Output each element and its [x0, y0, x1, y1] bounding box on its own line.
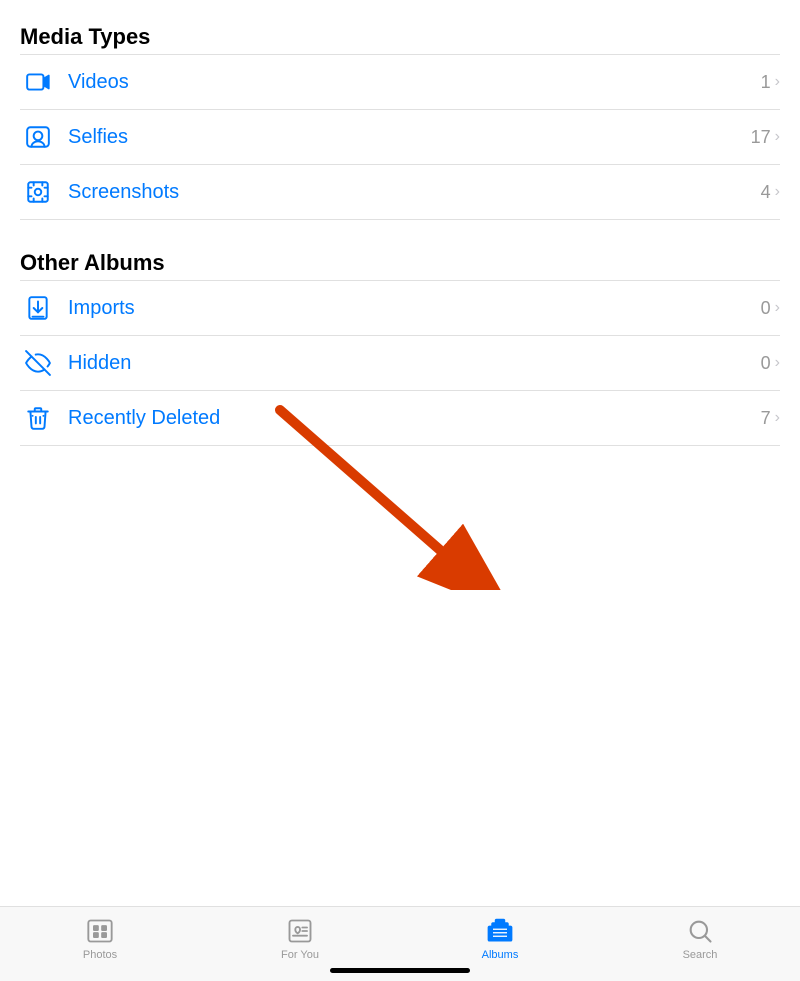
- recently-deleted-label: Recently Deleted: [68, 407, 761, 430]
- divider: [20, 445, 780, 446]
- main-content: Media Types Videos 1 ›: [0, 0, 800, 446]
- imports-label: Imports: [68, 297, 761, 320]
- other-albums-section: Other Albums Imports 0 ›: [20, 250, 780, 446]
- imports-chevron: ›: [775, 299, 780, 317]
- tab-item-search[interactable]: Search: [600, 917, 800, 961]
- photos-tab-label: Photos: [83, 949, 117, 961]
- section-gap: [20, 220, 780, 250]
- hidden-icon: [20, 350, 56, 376]
- recently-deleted-chevron: ›: [775, 409, 780, 427]
- import-icon: [20, 295, 56, 321]
- trash-icon: [20, 405, 56, 431]
- tab-item-for-you[interactable]: For You: [200, 917, 400, 961]
- selfies-label: Selfies: [68, 126, 751, 149]
- tab-item-photos[interactable]: Photos: [0, 917, 200, 961]
- screenshots-right: 4 ›: [761, 182, 780, 203]
- videos-right: 1 ›: [761, 72, 780, 93]
- videos-label: Videos: [68, 71, 761, 94]
- selfies-count: 17: [751, 127, 771, 148]
- imports-right: 0 ›: [761, 298, 780, 319]
- list-item-hidden[interactable]: Hidden 0 ›: [20, 336, 780, 390]
- media-types-title: Media Types: [20, 24, 780, 50]
- imports-count: 0: [761, 298, 771, 319]
- for-you-tab-label: For You: [281, 949, 319, 961]
- hidden-chevron: ›: [775, 354, 780, 372]
- hidden-count: 0: [761, 353, 771, 374]
- media-types-section: Media Types Videos 1 ›: [20, 24, 780, 220]
- selfies-right: 17 ›: [751, 127, 780, 148]
- home-indicator: [330, 968, 470, 973]
- photos-tab-icon: [86, 917, 114, 945]
- albums-tab-icon: [486, 917, 514, 945]
- screenshots-label: Screenshots: [68, 181, 761, 204]
- hidden-label: Hidden: [68, 352, 761, 375]
- video-icon: [20, 69, 56, 95]
- screenshots-count: 4: [761, 182, 771, 203]
- list-item-selfies[interactable]: Selfies 17 ›: [20, 110, 780, 164]
- for-you-tab-icon: [286, 917, 314, 945]
- recently-deleted-count: 7: [761, 408, 771, 429]
- hidden-right: 0 ›: [761, 353, 780, 374]
- list-item-recently-deleted[interactable]: Recently Deleted 7 ›: [20, 391, 780, 445]
- recently-deleted-right: 7 ›: [761, 408, 780, 429]
- albums-tab-label: Albums: [482, 949, 519, 961]
- list-item-videos[interactable]: Videos 1 ›: [20, 55, 780, 109]
- screenshots-chevron: ›: [775, 183, 780, 201]
- other-albums-title: Other Albums: [20, 250, 780, 276]
- list-item-imports[interactable]: Imports 0 ›: [20, 281, 780, 335]
- search-tab-icon: [686, 917, 714, 945]
- videos-count: 1: [761, 72, 771, 93]
- list-item-screenshots[interactable]: Screenshots 4 ›: [20, 165, 780, 219]
- selfie-icon: [20, 124, 56, 150]
- selfies-chevron: ›: [775, 128, 780, 146]
- screenshot-icon: [20, 179, 56, 205]
- search-tab-label: Search: [683, 949, 718, 961]
- tab-item-albums[interactable]: Albums: [400, 917, 600, 961]
- videos-chevron: ›: [775, 73, 780, 91]
